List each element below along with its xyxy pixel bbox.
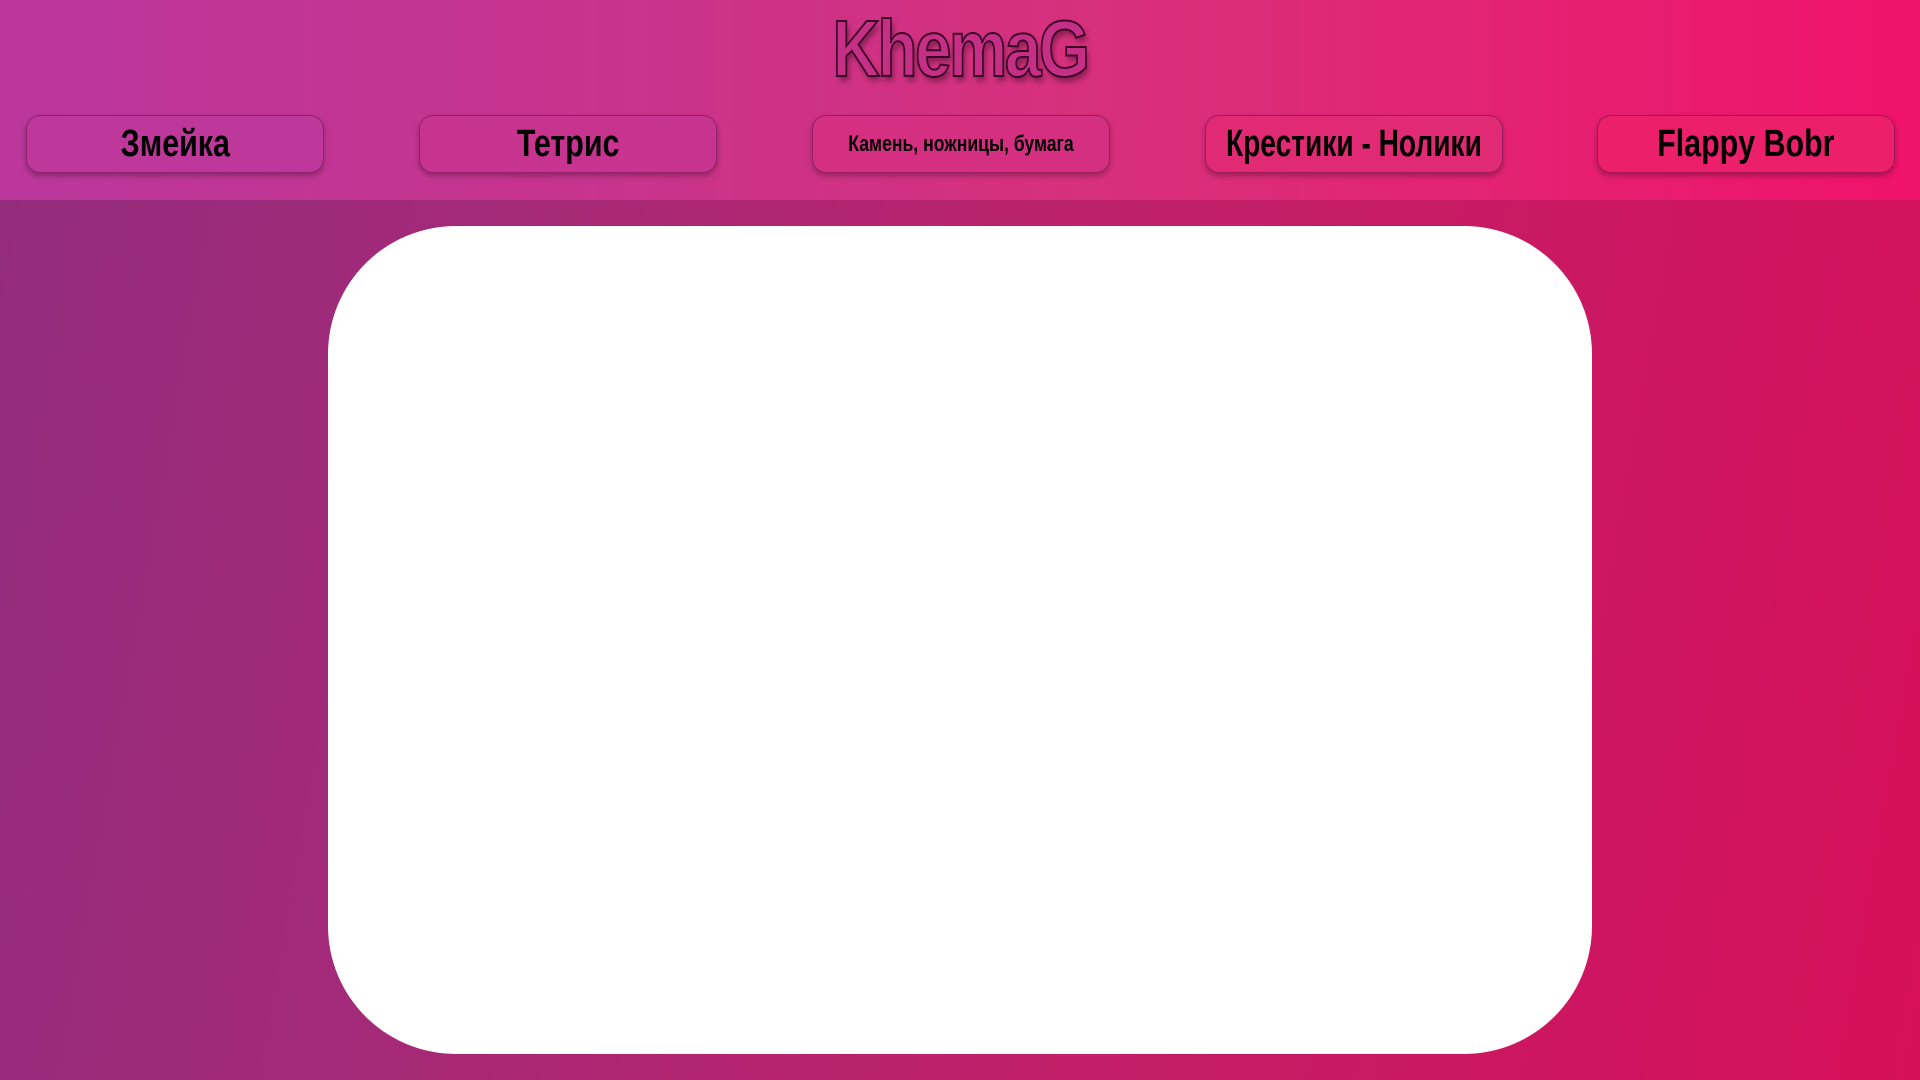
nav-button-label: Камень, ножницы, бумага bbox=[848, 131, 1074, 156]
nav-button-rock-paper-scissors[interactable]: Камень, ножницы, бумага bbox=[812, 115, 1110, 173]
nav-button-flappy-bobr[interactable]: Flappy Bobr bbox=[1597, 115, 1895, 173]
nav-button-label: Крестики - Нолики bbox=[1226, 122, 1482, 165]
header-bar: KhemaG Змейка Тетрис Камень, ножницы, бу… bbox=[0, 0, 1920, 200]
nav-button-tic-tac-toe[interactable]: Крестики - Нолики bbox=[1205, 115, 1503, 173]
nav-button-snake[interactable]: Змейка bbox=[26, 115, 324, 173]
game-canvas-area[interactable] bbox=[328, 226, 1592, 1054]
nav-button-tetris[interactable]: Тетрис bbox=[419, 115, 717, 173]
site-logo-title: KhemaG bbox=[832, 3, 1091, 94]
nav-button-label: Змейка bbox=[120, 122, 230, 165]
nav-button-label: Тетрис bbox=[516, 122, 620, 165]
nav-button-label: Flappy Bobr bbox=[1657, 122, 1835, 165]
